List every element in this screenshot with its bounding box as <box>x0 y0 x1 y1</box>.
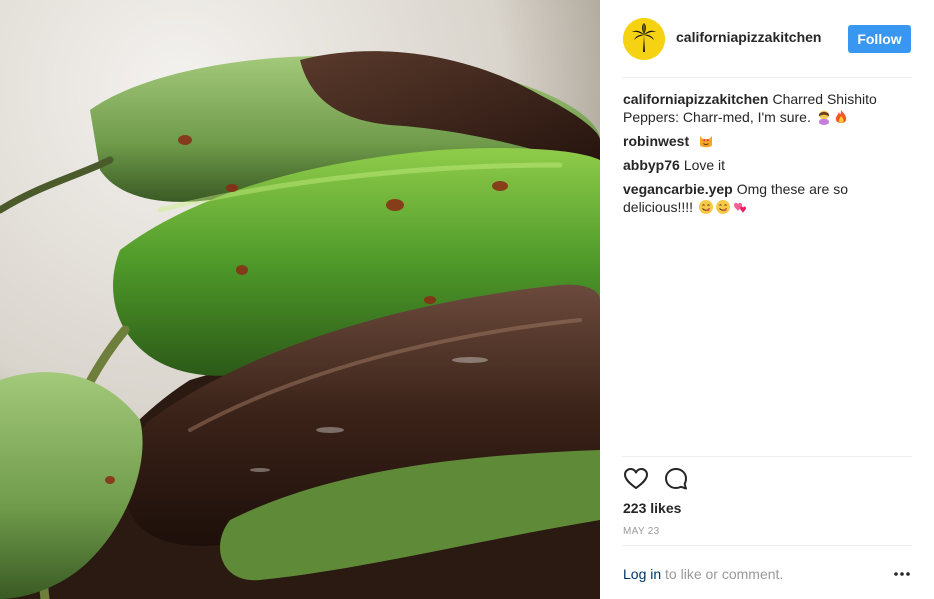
yum-face-emoji <box>715 200 730 214</box>
palm-tree-icon <box>623 18 665 60</box>
comments-list: californiapizzakitchen Charred Shishito P… <box>623 90 913 222</box>
comment-item: robinwest <box>623 132 913 150</box>
fire-emoji <box>835 110 846 123</box>
login-divider <box>622 545 912 546</box>
login-suffix: to like or comment. <box>661 566 784 582</box>
login-link[interactable]: Log in <box>623 566 661 582</box>
avatar[interactable] <box>623 18 665 60</box>
likes-count[interactable]: 223 likes <box>623 500 681 516</box>
more-options-icon[interactable] <box>893 566 911 582</box>
post-date[interactable]: MAY 23 <box>623 526 659 537</box>
post-actions <box>623 466 689 494</box>
shishito-peppers-image <box>0 0 600 599</box>
heart-icon[interactable] <box>623 466 649 492</box>
actions-divider <box>622 456 912 457</box>
comment-item: vegancarbie.yep Omg these are so deliciou… <box>623 180 913 216</box>
login-prompt: Log in to like or comment. <box>623 566 783 582</box>
comment-item: californiapizzakitchen Charred Shishito P… <box>623 90 913 126</box>
comment-text: Love it <box>683 157 726 173</box>
comment-bubble-icon[interactable] <box>663 466 689 492</box>
account-username[interactable]: californiapizzakitchen <box>676 29 821 45</box>
follow-button[interactable]: Follow <box>848 25 911 53</box>
yum-face-emoji <box>698 200 713 214</box>
comment-username[interactable]: robinwest <box>623 133 689 149</box>
header-divider <box>622 77 912 78</box>
comment-username[interactable]: vegancarbie.yep <box>623 181 733 197</box>
heart-eyes-cat-emoji <box>700 136 713 148</box>
comment-username[interactable]: californiapizzakitchen <box>623 91 768 107</box>
post-header: californiapizzakitchen Follow <box>600 0 934 78</box>
comment-username[interactable]: abbyp76 <box>623 157 680 173</box>
two-hearts-emoji <box>733 202 746 213</box>
post-photo[interactable] <box>0 0 600 599</box>
comment-item: abbyp76 Love it <box>623 156 913 174</box>
post-details-panel: californiapizzakitchen Follow california… <box>600 0 934 599</box>
woman-tipping-hand-emoji <box>818 110 829 125</box>
